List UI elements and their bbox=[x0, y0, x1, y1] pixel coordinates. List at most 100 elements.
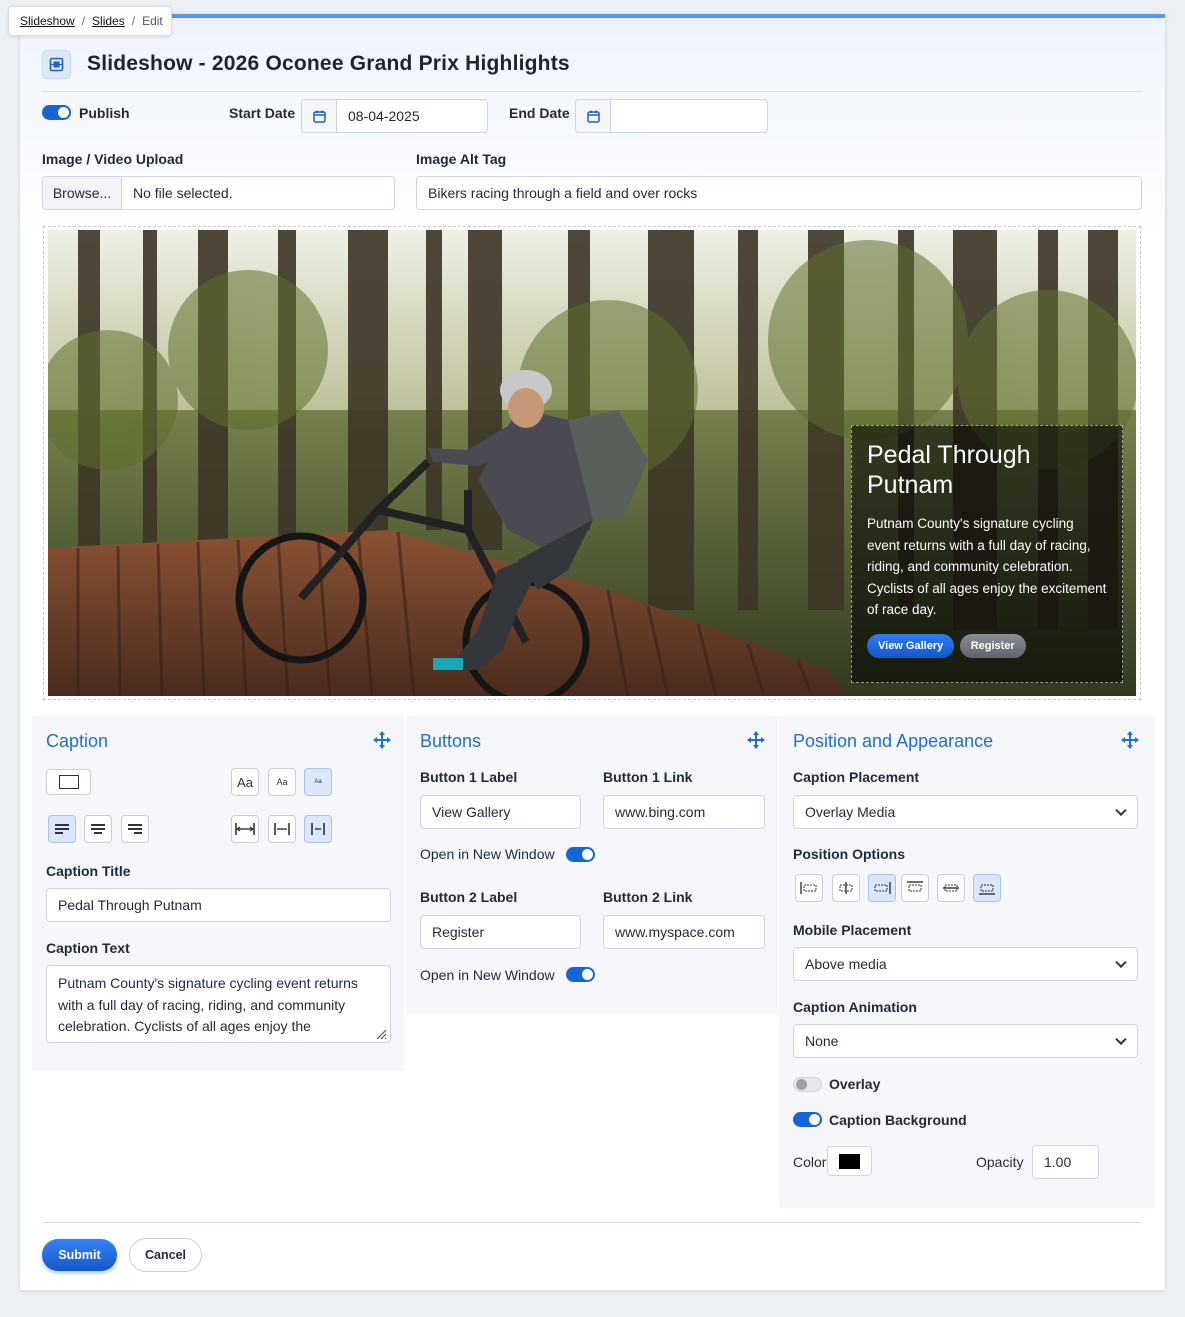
position-top-icon bbox=[907, 881, 923, 892]
position-bottom-button[interactable] bbox=[973, 874, 1001, 902]
mobile-placement-label: Mobile Placement bbox=[793, 922, 912, 938]
position-options-label: Position Options bbox=[793, 846, 905, 862]
align-right-icon bbox=[128, 824, 142, 834]
breadcrumb-link-slides[interactable]: Slides bbox=[92, 14, 125, 28]
breadcrumb-link-slideshow[interactable]: Slideshow bbox=[20, 14, 75, 28]
caption-title-label: Caption Title bbox=[46, 863, 131, 879]
width-medium-icon bbox=[274, 823, 290, 835]
breadcrumb-current: Edit bbox=[142, 14, 163, 28]
align-right-button[interactable] bbox=[121, 815, 149, 843]
width-narrow-button[interactable] bbox=[304, 815, 332, 843]
caption-preview-title: Pedal Through Putnam bbox=[867, 441, 1031, 499]
upload-label: Image / Video Upload bbox=[42, 151, 184, 167]
position-right-icon bbox=[874, 882, 891, 894]
preview-register-button[interactable]: Register bbox=[959, 633, 1026, 658]
position-middle-icon bbox=[943, 884, 959, 892]
resize-handle-icon[interactable] bbox=[375, 1028, 387, 1040]
button1-new-window-label: Open in New Window bbox=[420, 846, 555, 862]
calendar-icon bbox=[586, 110, 600, 123]
opacity-input[interactable]: 1.00 bbox=[1032, 1145, 1099, 1179]
width-wide-button[interactable] bbox=[231, 815, 259, 843]
slideshow-icon bbox=[42, 50, 71, 79]
calendar-icon bbox=[312, 110, 326, 123]
box-icon bbox=[58, 775, 79, 789]
button1-label-label: Button 1 Label bbox=[420, 769, 518, 785]
width-medium-button[interactable] bbox=[268, 815, 296, 843]
caption-overlay: Pedal Through Putnam Putnam County's sig… bbox=[851, 425, 1123, 683]
caption-placement-select[interactable]: Overlay Media bbox=[793, 795, 1138, 829]
button2-link-label: Button 2 Link bbox=[603, 889, 693, 905]
button1-label-input[interactable]: View Gallery bbox=[420, 795, 581, 829]
color-label: Color bbox=[793, 1154, 827, 1170]
button2-new-window-label: Open in New Window bbox=[420, 967, 555, 983]
caption-background-label: Caption Background bbox=[829, 1112, 967, 1128]
caption-preview-text: Putnam County's signature cycling event … bbox=[867, 516, 1107, 617]
button2-link-input[interactable]: www.myspace.com bbox=[603, 915, 765, 949]
position-middle-button[interactable] bbox=[937, 874, 965, 902]
footer-divider bbox=[42, 1222, 1142, 1223]
caption-background-toggle[interactable] bbox=[793, 1112, 822, 1127]
browse-button[interactable]: Browse... bbox=[42, 176, 122, 210]
caption-text-input[interactable]: Putnam County's signature cycling event … bbox=[46, 965, 391, 1043]
align-left-button[interactable] bbox=[48, 815, 76, 843]
caption-title-input[interactable]: Pedal Through Putnam bbox=[46, 888, 391, 922]
end-date-input[interactable] bbox=[610, 99, 768, 133]
caption-placement-label: Caption Placement bbox=[793, 769, 920, 785]
button1-link-input[interactable]: www.bing.com bbox=[603, 795, 765, 829]
overlay-label: Overlay bbox=[829, 1076, 881, 1092]
caption-box-style-button[interactable] bbox=[46, 769, 91, 795]
width-narrow-icon bbox=[311, 823, 325, 835]
start-date-input[interactable]: 08-04-2025 bbox=[336, 99, 488, 133]
position-top-button[interactable] bbox=[901, 874, 929, 902]
submit-button[interactable]: Submit bbox=[42, 1239, 117, 1271]
mobile-placement-select[interactable]: Above media bbox=[793, 947, 1138, 981]
publish-label: Publish bbox=[79, 105, 130, 121]
align-left-icon bbox=[55, 824, 69, 834]
caption-heading: Caption bbox=[46, 731, 109, 751]
font-size-large-button[interactable]: Aa bbox=[231, 768, 259, 796]
publish-toggle[interactable] bbox=[42, 105, 71, 120]
alt-tag-input[interactable]: Bikers racing through a field and over r… bbox=[416, 176, 1142, 210]
end-date-calendar-button[interactable] bbox=[575, 99, 611, 133]
file-name-field[interactable]: No file selected. bbox=[121, 176, 395, 210]
header-divider bbox=[42, 91, 1142, 92]
align-center-icon bbox=[91, 824, 105, 834]
caption-animation-select[interactable]: None bbox=[793, 1024, 1138, 1058]
position-left-button[interactable] bbox=[795, 874, 823, 902]
button1-new-window-toggle[interactable] bbox=[566, 847, 595, 862]
end-date-label: End Date bbox=[509, 105, 570, 121]
preview-view-gallery-button[interactable]: View Gallery bbox=[867, 633, 955, 658]
button2-label-input[interactable]: Register bbox=[420, 915, 581, 949]
position-left-icon bbox=[800, 882, 817, 894]
buttons-heading: Buttons bbox=[420, 731, 482, 751]
start-date-calendar-button[interactable] bbox=[301, 99, 337, 133]
page-title: Slideshow - 2026 Oconee Grand Prix Highl… bbox=[87, 52, 570, 75]
position-right-button[interactable] bbox=[868, 874, 896, 902]
chevron-down-icon bbox=[1115, 804, 1127, 817]
button2-label-label: Button 2 Label bbox=[420, 889, 518, 905]
start-date-label: Start Date bbox=[229, 105, 296, 121]
position-center-icon bbox=[839, 882, 853, 894]
breadcrumb: Slideshow / Slides / Edit bbox=[8, 6, 172, 36]
color-swatch bbox=[839, 1153, 860, 1169]
width-wide-icon bbox=[235, 823, 255, 835]
move-icon[interactable] bbox=[746, 730, 766, 750]
alt-tag-label: Image Alt Tag bbox=[416, 151, 507, 167]
position-heading: Position and Appearance bbox=[793, 731, 994, 751]
opacity-label: Opacity bbox=[976, 1154, 1024, 1170]
color-picker[interactable] bbox=[827, 1146, 872, 1176]
chevron-down-icon bbox=[1115, 956, 1127, 969]
move-icon[interactable] bbox=[372, 730, 392, 750]
caption-text-label: Caption Text bbox=[46, 940, 130, 956]
chevron-down-icon bbox=[1115, 1033, 1127, 1046]
align-center-button[interactable] bbox=[84, 815, 112, 843]
overlay-toggle[interactable] bbox=[793, 1077, 822, 1092]
move-icon[interactable] bbox=[1120, 730, 1140, 750]
caption-animation-label: Caption Animation bbox=[793, 999, 917, 1015]
font-size-small-button[interactable]: Aa bbox=[304, 768, 332, 796]
position-center-button[interactable] bbox=[832, 874, 860, 902]
font-size-medium-button[interactable]: Aa bbox=[268, 768, 296, 796]
button2-new-window-toggle[interactable] bbox=[566, 967, 595, 982]
cancel-button[interactable]: Cancel bbox=[129, 1238, 202, 1272]
button1-link-label: Button 1 Link bbox=[603, 769, 693, 785]
